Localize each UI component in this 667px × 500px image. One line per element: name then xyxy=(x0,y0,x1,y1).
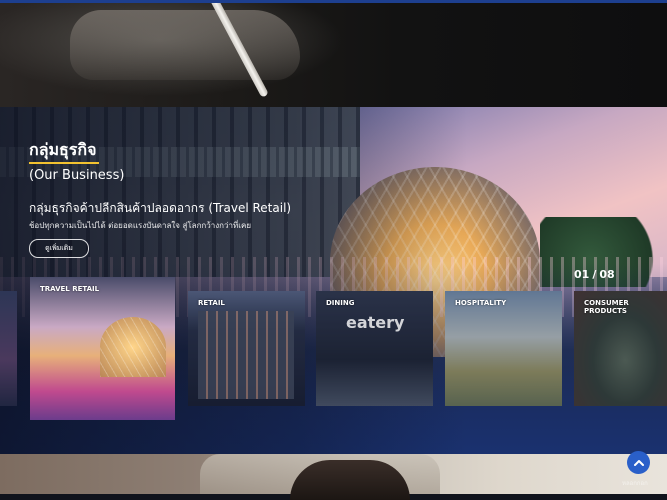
business-heading: กลุ่มธุรกิจค้าปลีกสินค้าปลอดอากร (Travel… xyxy=(29,201,292,215)
card-label: RETAIL xyxy=(198,299,225,307)
business-description: ช้อปทุกความเป็นไปได้ ต่อยอดแรงบันดาลใจ ส… xyxy=(29,221,252,230)
card-retail[interactable]: RETAIL xyxy=(188,291,305,406)
scroll-to-top-button[interactable] xyxy=(627,451,650,474)
bottom-hero-image xyxy=(0,454,667,500)
card-consumer-products[interactable]: CONSUMER PRODUCTS xyxy=(574,291,667,406)
slide-total: 08 xyxy=(599,268,615,281)
card-previous-partial[interactable] xyxy=(0,291,17,406)
top-hero-image xyxy=(0,0,667,107)
see-more-button[interactable]: ดูเพิ่มเติม xyxy=(29,239,89,258)
card-label: CONSUMER PRODUCTS xyxy=(584,299,629,315)
card-label: HOSPITALITY xyxy=(455,299,507,307)
title-underline xyxy=(29,162,99,164)
card-dining[interactable]: DINING eatery xyxy=(316,291,433,406)
card-label: TRAVEL RETAIL xyxy=(40,285,100,293)
watermark-text: หลอกกอก xyxy=(622,480,648,487)
card-hospitality[interactable]: HOSPITALITY xyxy=(445,291,562,406)
slide-counter: 01/08 xyxy=(574,268,615,281)
section-subtitle: (Our Business) xyxy=(29,168,125,183)
eatery-sign: eatery xyxy=(346,313,405,332)
top-accent-bar xyxy=(0,0,667,3)
slide-separator: / xyxy=(592,268,597,281)
chevron-up-icon xyxy=(633,459,644,466)
card-travel-retail[interactable]: TRAVEL RETAIL xyxy=(30,277,175,420)
hand-shape xyxy=(70,10,300,80)
section-title: กลุ่มธุรกิจ xyxy=(29,140,97,159)
card-label: DINING xyxy=(326,299,355,307)
slide-current: 01 xyxy=(574,268,590,281)
person-silhouette xyxy=(290,460,410,500)
